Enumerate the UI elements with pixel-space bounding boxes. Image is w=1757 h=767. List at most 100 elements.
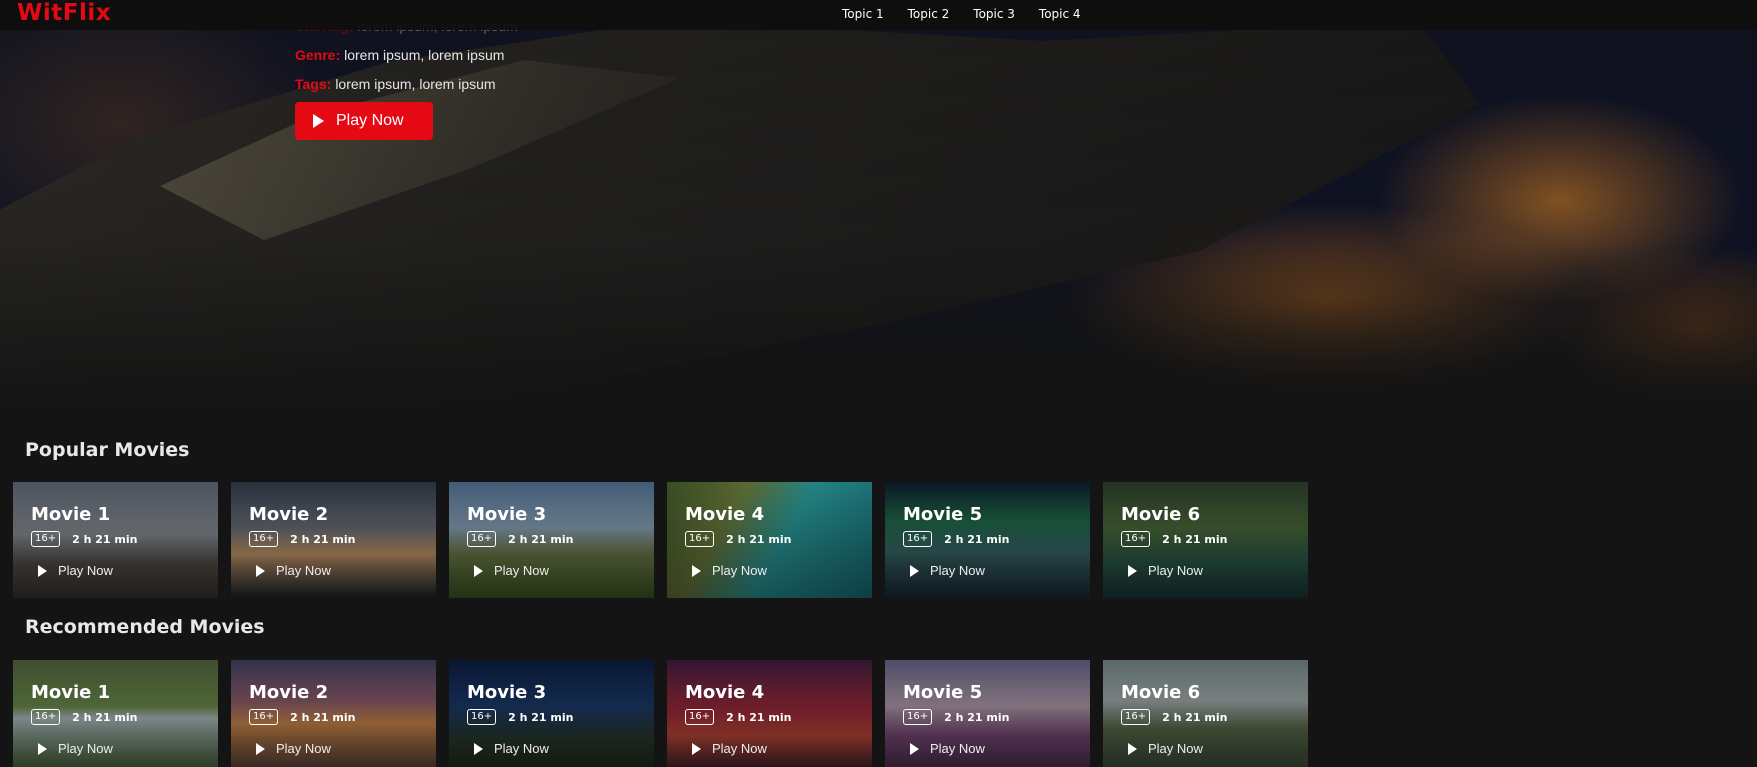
movie-duration: 2 h 21 min: [72, 710, 138, 724]
movie-title: Movie 5: [903, 504, 983, 525]
movie-card[interactable]: Movie 3 16+ 2 h 21 min Play Now: [449, 482, 654, 598]
movie-play-label: Play Now: [58, 741, 113, 756]
movie-play-label: Play Now: [712, 563, 767, 578]
tags-value: lorem ipsum, lorem ipsum: [335, 76, 496, 92]
hero-genre: Genre: lorem ipsum, lorem ipsum: [295, 43, 518, 72]
movie-info: 16+ 2 h 21 min: [249, 709, 355, 725]
play-icon: [692, 564, 701, 577]
age-rating-badge: 16+: [467, 709, 497, 725]
movie-title: Movie 5: [903, 682, 983, 703]
movie-play-button[interactable]: Play Now: [474, 563, 549, 578]
movie-play-label: Play Now: [494, 563, 549, 578]
age-rating-badge: 16+: [249, 709, 279, 725]
movie-duration: 2 h 21 min: [1162, 710, 1228, 724]
movie-card[interactable]: Movie 4 16+ 2 h 21 min Play Now: [667, 482, 872, 598]
hero-banner: Starring:lorem ipsum, lorem ipsum Genre:…: [0, 0, 1757, 405]
age-rating-badge: 16+: [903, 531, 933, 547]
age-rating-badge: 16+: [685, 531, 715, 547]
movie-title: Movie 2: [249, 682, 329, 703]
movie-play-label: Play Now: [58, 563, 113, 578]
movie-duration: 2 h 21 min: [508, 532, 574, 546]
movie-card[interactable]: Movie 2 16+ 2 h 21 min Play Now: [231, 482, 436, 598]
movie-card[interactable]: Movie 4 16+ 2 h 21 min Play Now: [667, 660, 872, 767]
movie-info: 16+ 2 h 21 min: [685, 531, 791, 547]
movie-info: 16+ 2 h 21 min: [31, 709, 137, 725]
movie-duration: 2 h 21 min: [1162, 532, 1228, 546]
age-rating-badge: 16+: [467, 531, 497, 547]
top-nav: WitFlix Topic 1 Topic 2 Topic 3 Topic 4: [0, 0, 1757, 30]
movie-play-button[interactable]: Play Now: [38, 563, 113, 578]
movie-card[interactable]: Movie 5 16+ 2 h 21 min Play Now: [885, 482, 1090, 598]
nav-links: Topic 1 Topic 2 Topic 3 Topic 4: [842, 7, 1105, 21]
movie-card[interactable]: Movie 5 16+ 2 h 21 min Play Now: [885, 660, 1090, 767]
nav-link-topic-3[interactable]: Topic 3: [973, 7, 1015, 21]
play-icon: [474, 742, 483, 755]
logo[interactable]: WitFlix: [17, 0, 111, 26]
movie-play-button[interactable]: Play Now: [474, 741, 549, 756]
movie-card[interactable]: Movie 2 16+ 2 h 21 min Play Now: [231, 660, 436, 767]
nav-link-topic-2[interactable]: Topic 2: [908, 7, 950, 21]
movie-play-label: Play Now: [494, 741, 549, 756]
movie-title: Movie 4: [685, 682, 765, 703]
movie-card[interactable]: Movie 6 16+ 2 h 21 min Play Now: [1103, 482, 1308, 598]
play-icon: [38, 742, 47, 755]
movie-info: 16+ 2 h 21 min: [1121, 531, 1227, 547]
movie-duration: 2 h 21 min: [508, 710, 574, 724]
movie-play-button[interactable]: Play Now: [1128, 563, 1203, 578]
movie-play-label: Play Now: [276, 741, 331, 756]
age-rating-badge: 16+: [249, 531, 279, 547]
movie-title: Movie 3: [467, 504, 547, 525]
nav-link-topic-1[interactable]: Topic 1: [842, 7, 884, 21]
movie-card[interactable]: Movie 6 16+ 2 h 21 min Play Now: [1103, 660, 1308, 767]
hero-play-label: Play Now: [336, 112, 404, 129]
genre-value: lorem ipsum, lorem ipsum: [344, 47, 505, 63]
movie-play-button[interactable]: Play Now: [910, 563, 985, 578]
movie-play-button[interactable]: Play Now: [256, 741, 331, 756]
movie-play-button[interactable]: Play Now: [692, 563, 767, 578]
play-icon: [692, 742, 701, 755]
movie-title: Movie 2: [249, 504, 329, 525]
movie-duration: 2 h 21 min: [726, 710, 792, 724]
movie-info: 16+ 2 h 21 min: [467, 709, 573, 725]
movie-info: 16+ 2 h 21 min: [685, 709, 791, 725]
movie-duration: 2 h 21 min: [944, 532, 1010, 546]
movie-play-button[interactable]: Play Now: [910, 741, 985, 756]
movie-play-button[interactable]: Play Now: [256, 563, 331, 578]
movie-title: Movie 1: [31, 682, 111, 703]
play-icon: [1128, 564, 1137, 577]
movie-info: 16+ 2 h 21 min: [31, 531, 137, 547]
movie-play-label: Play Now: [1148, 741, 1203, 756]
movie-card[interactable]: Movie 1 16+ 2 h 21 min Play Now: [13, 482, 218, 598]
movie-duration: 2 h 21 min: [290, 710, 356, 724]
hero-play-button[interactable]: Play Now: [295, 102, 433, 140]
movie-play-button[interactable]: Play Now: [1128, 741, 1203, 756]
nav-link-topic-4[interactable]: Topic 4: [1039, 7, 1081, 21]
movie-play-button[interactable]: Play Now: [692, 741, 767, 756]
age-rating-badge: 16+: [1121, 709, 1151, 725]
hero-shade: [0, 0, 1757, 405]
play-icon: [474, 564, 483, 577]
movie-info: 16+ 2 h 21 min: [903, 709, 1009, 725]
movie-title: Movie 4: [685, 504, 765, 525]
age-rating-badge: 16+: [1121, 531, 1151, 547]
movie-play-label: Play Now: [712, 741, 767, 756]
section-title-popular: Popular Movies: [25, 439, 190, 461]
movie-play-button[interactable]: Play Now: [38, 741, 113, 756]
tags-label: Tags:: [295, 76, 332, 92]
movie-title: Movie 1: [31, 504, 111, 525]
play-icon: [256, 742, 265, 755]
movie-duration: 2 h 21 min: [726, 532, 792, 546]
movie-card[interactable]: Movie 1 16+ 2 h 21 min Play Now: [13, 660, 218, 767]
movie-duration: 2 h 21 min: [944, 710, 1010, 724]
movie-play-label: Play Now: [276, 563, 331, 578]
movie-title: Movie 6: [1121, 682, 1201, 703]
movie-row-popular: Movie 1 16+ 2 h 21 min Play Now Movie 2 …: [13, 482, 1321, 598]
age-rating-badge: 16+: [31, 531, 61, 547]
movie-title: Movie 3: [467, 682, 547, 703]
movie-info: 16+ 2 h 21 min: [903, 531, 1009, 547]
movie-duration: 2 h 21 min: [290, 532, 356, 546]
movie-info: 16+ 2 h 21 min: [467, 531, 573, 547]
play-icon: [313, 114, 324, 128]
movie-card[interactable]: Movie 3 16+ 2 h 21 min Play Now: [449, 660, 654, 767]
age-rating-badge: 16+: [903, 709, 933, 725]
